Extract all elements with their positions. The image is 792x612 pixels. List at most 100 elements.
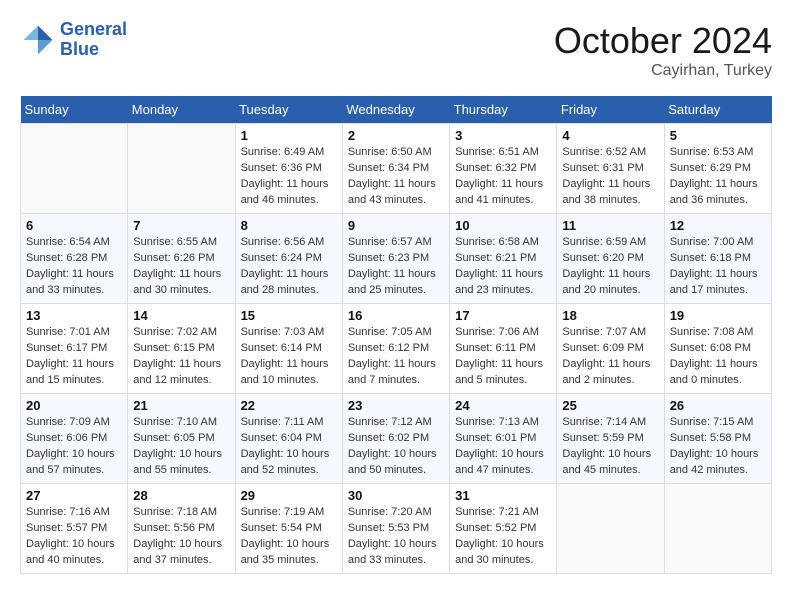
day-number: 10 bbox=[455, 218, 551, 233]
day-info: Sunrise: 6:52 AM Sunset: 6:31 PM Dayligh… bbox=[562, 145, 658, 209]
calendar-cell: 21 Sunrise: 7:10 AM Sunset: 6:05 PM Dayli… bbox=[128, 394, 235, 484]
week-row-5: 27Sunrise: 7:16 AM Sunset: 5:57 PM Dayli… bbox=[21, 484, 772, 574]
day-info: Sunrise: 7:02 AM Sunset: 6:15 PM Dayligh… bbox=[133, 325, 229, 389]
calendar-cell: 1Sunrise: 6:49 AM Sunset: 6:36 PM Daylig… bbox=[235, 124, 342, 214]
day-info: Sunrise: 7:03 AM Sunset: 6:14 PM Dayligh… bbox=[241, 325, 337, 389]
calendar-cell: 10 Sunrise: 6:58 AM Sunset: 6:21 PM Dayli… bbox=[450, 214, 557, 304]
day-number: 30 bbox=[348, 488, 444, 503]
day-number: 23 bbox=[348, 398, 444, 413]
weekday-header-friday: Friday bbox=[557, 96, 664, 124]
day-info: Sunrise: 7:05 AM Sunset: 6:12 PM Dayligh… bbox=[348, 325, 444, 389]
day-number: 12 bbox=[670, 218, 766, 233]
day-info: Sunrise: 7:12 AM Sunset: 6:02 PM Dayligh… bbox=[348, 415, 444, 479]
day-info: Sunrise: 7:19 AM Sunset: 5:54 PM Dayligh… bbox=[241, 505, 337, 569]
day-info: Sunrise: 7:21 AM Sunset: 5:52 PM Dayligh… bbox=[455, 505, 551, 569]
weekday-header-row: SundayMondayTuesdayWednesdayThursdayFrid… bbox=[21, 96, 772, 124]
calendar-cell bbox=[557, 484, 664, 574]
day-number: 6 bbox=[26, 218, 122, 233]
page-header: General Blue October 2024 Cayirhan, Turk… bbox=[20, 20, 772, 80]
calendar-cell: 20 Sunrise: 7:09 AM Sunset: 6:06 PM Dayli… bbox=[21, 394, 128, 484]
calendar-cell bbox=[128, 124, 235, 214]
day-info: Sunrise: 7:20 AM Sunset: 5:53 PM Dayligh… bbox=[348, 505, 444, 569]
calendar-cell: 31Sunrise: 7:21 AM Sunset: 5:52 PM Dayli… bbox=[450, 484, 557, 574]
logo-text: General Blue bbox=[60, 20, 127, 60]
day-info: Sunrise: 7:10 AM Sunset: 6:05 PM Dayligh… bbox=[133, 415, 229, 479]
day-info: Sunrise: 7:07 AM Sunset: 6:09 PM Dayligh… bbox=[562, 325, 658, 389]
calendar-cell: 17Sunrise: 7:06 AM Sunset: 6:11 PM Dayli… bbox=[450, 304, 557, 394]
calendar-cell: 2 Sunrise: 6:50 AM Sunset: 6:34 PM Daylig… bbox=[342, 124, 449, 214]
day-number: 11 bbox=[562, 218, 658, 233]
calendar-cell: 9 Sunrise: 6:57 AM Sunset: 6:23 PM Daylig… bbox=[342, 214, 449, 304]
day-info: Sunrise: 7:09 AM Sunset: 6:06 PM Dayligh… bbox=[26, 415, 122, 479]
day-info: Sunrise: 7:14 AM Sunset: 5:59 PM Dayligh… bbox=[562, 415, 658, 479]
day-info: Sunrise: 7:11 AM Sunset: 6:04 PM Dayligh… bbox=[241, 415, 337, 479]
week-row-1: 1Sunrise: 6:49 AM Sunset: 6:36 PM Daylig… bbox=[21, 124, 772, 214]
calendar-cell: 26Sunrise: 7:15 AM Sunset: 5:58 PM Dayli… bbox=[664, 394, 771, 484]
day-number: 2 bbox=[348, 128, 444, 143]
calendar-table: SundayMondayTuesdayWednesdayThursdayFrid… bbox=[20, 96, 772, 574]
day-number: 24 bbox=[455, 398, 551, 413]
calendar-cell: 8Sunrise: 6:56 AM Sunset: 6:24 PM Daylig… bbox=[235, 214, 342, 304]
day-info: Sunrise: 6:57 AM Sunset: 6:23 PM Dayligh… bbox=[348, 235, 444, 299]
calendar-cell: 6Sunrise: 6:54 AM Sunset: 6:28 PM Daylig… bbox=[21, 214, 128, 304]
calendar-cell: 4Sunrise: 6:52 AM Sunset: 6:31 PM Daylig… bbox=[557, 124, 664, 214]
day-number: 8 bbox=[241, 218, 337, 233]
calendar-cell: 12 Sunrise: 7:00 AM Sunset: 6:18 PM Dayli… bbox=[664, 214, 771, 304]
week-row-4: 20 Sunrise: 7:09 AM Sunset: 6:06 PM Dayli… bbox=[21, 394, 772, 484]
day-info: Sunrise: 7:08 AM Sunset: 6:08 PM Dayligh… bbox=[670, 325, 766, 389]
day-info: Sunrise: 6:59 AM Sunset: 6:20 PM Dayligh… bbox=[562, 235, 658, 299]
day-number: 17 bbox=[455, 308, 551, 323]
day-number: 21 bbox=[133, 398, 229, 413]
calendar-cell: 27Sunrise: 7:16 AM Sunset: 5:57 PM Dayli… bbox=[21, 484, 128, 574]
day-number: 28 bbox=[133, 488, 229, 503]
calendar-cell: 7Sunrise: 6:55 AM Sunset: 6:26 PM Daylig… bbox=[128, 214, 235, 304]
weekday-header-tuesday: Tuesday bbox=[235, 96, 342, 124]
day-info: Sunrise: 6:50 AM Sunset: 6:34 PM Dayligh… bbox=[348, 145, 444, 209]
day-number: 1 bbox=[241, 128, 337, 143]
day-number: 20 bbox=[26, 398, 122, 413]
calendar-cell: 18 Sunrise: 7:07 AM Sunset: 6:09 PM Dayli… bbox=[557, 304, 664, 394]
calendar-cell: 16 Sunrise: 7:05 AM Sunset: 6:12 PM Dayli… bbox=[342, 304, 449, 394]
calendar-cell: 25 Sunrise: 7:14 AM Sunset: 5:59 PM Dayli… bbox=[557, 394, 664, 484]
day-number: 9 bbox=[348, 218, 444, 233]
day-number: 29 bbox=[241, 488, 337, 503]
day-number: 18 bbox=[562, 308, 658, 323]
day-number: 25 bbox=[562, 398, 658, 413]
day-info: Sunrise: 7:15 AM Sunset: 5:58 PM Dayligh… bbox=[670, 415, 766, 479]
title-block: October 2024 Cayirhan, Turkey bbox=[554, 20, 772, 80]
calendar-cell: 13Sunrise: 7:01 AM Sunset: 6:17 PM Dayli… bbox=[21, 304, 128, 394]
calendar-cell: 14 Sunrise: 7:02 AM Sunset: 6:15 PM Dayli… bbox=[128, 304, 235, 394]
day-info: Sunrise: 7:13 AM Sunset: 6:01 PM Dayligh… bbox=[455, 415, 551, 479]
month-title: October 2024 bbox=[554, 20, 772, 62]
day-info: Sunrise: 6:58 AM Sunset: 6:21 PM Dayligh… bbox=[455, 235, 551, 299]
weekday-header-thursday: Thursday bbox=[450, 96, 557, 124]
day-number: 3 bbox=[455, 128, 551, 143]
day-number: 16 bbox=[348, 308, 444, 323]
calendar-cell: 15 Sunrise: 7:03 AM Sunset: 6:14 PM Dayli… bbox=[235, 304, 342, 394]
day-info: Sunrise: 6:51 AM Sunset: 6:32 PM Dayligh… bbox=[455, 145, 551, 209]
weekday-header-wednesday: Wednesday bbox=[342, 96, 449, 124]
day-info: Sunrise: 7:16 AM Sunset: 5:57 PM Dayligh… bbox=[26, 505, 122, 569]
calendar-cell: 23 Sunrise: 7:12 AM Sunset: 6:02 PM Dayli… bbox=[342, 394, 449, 484]
day-info: Sunrise: 7:18 AM Sunset: 5:56 PM Dayligh… bbox=[133, 505, 229, 569]
weekday-header-saturday: Saturday bbox=[664, 96, 771, 124]
day-info: Sunrise: 7:01 AM Sunset: 6:17 PM Dayligh… bbox=[26, 325, 122, 389]
calendar-cell bbox=[21, 124, 128, 214]
location-title: Cayirhan, Turkey bbox=[554, 62, 772, 80]
calendar-cell: 11 Sunrise: 6:59 AM Sunset: 6:20 PM Dayli… bbox=[557, 214, 664, 304]
calendar-cell: 3 Sunrise: 6:51 AM Sunset: 6:32 PM Daylig… bbox=[450, 124, 557, 214]
calendar-cell: 29 Sunrise: 7:19 AM Sunset: 5:54 PM Dayli… bbox=[235, 484, 342, 574]
day-number: 15 bbox=[241, 308, 337, 323]
day-number: 22 bbox=[241, 398, 337, 413]
calendar-cell: 30 Sunrise: 7:20 AM Sunset: 5:53 PM Dayli… bbox=[342, 484, 449, 574]
day-number: 5 bbox=[670, 128, 766, 143]
calendar-cell bbox=[664, 484, 771, 574]
logo: General Blue bbox=[20, 20, 127, 60]
day-info: Sunrise: 7:00 AM Sunset: 6:18 PM Dayligh… bbox=[670, 235, 766, 299]
week-row-2: 6Sunrise: 6:54 AM Sunset: 6:28 PM Daylig… bbox=[21, 214, 772, 304]
day-number: 19 bbox=[670, 308, 766, 323]
day-number: 14 bbox=[133, 308, 229, 323]
logo-line1: General bbox=[60, 19, 127, 39]
day-info: Sunrise: 6:55 AM Sunset: 6:26 PM Dayligh… bbox=[133, 235, 229, 299]
calendar-cell: 22 Sunrise: 7:11 AM Sunset: 6:04 PM Dayli… bbox=[235, 394, 342, 484]
